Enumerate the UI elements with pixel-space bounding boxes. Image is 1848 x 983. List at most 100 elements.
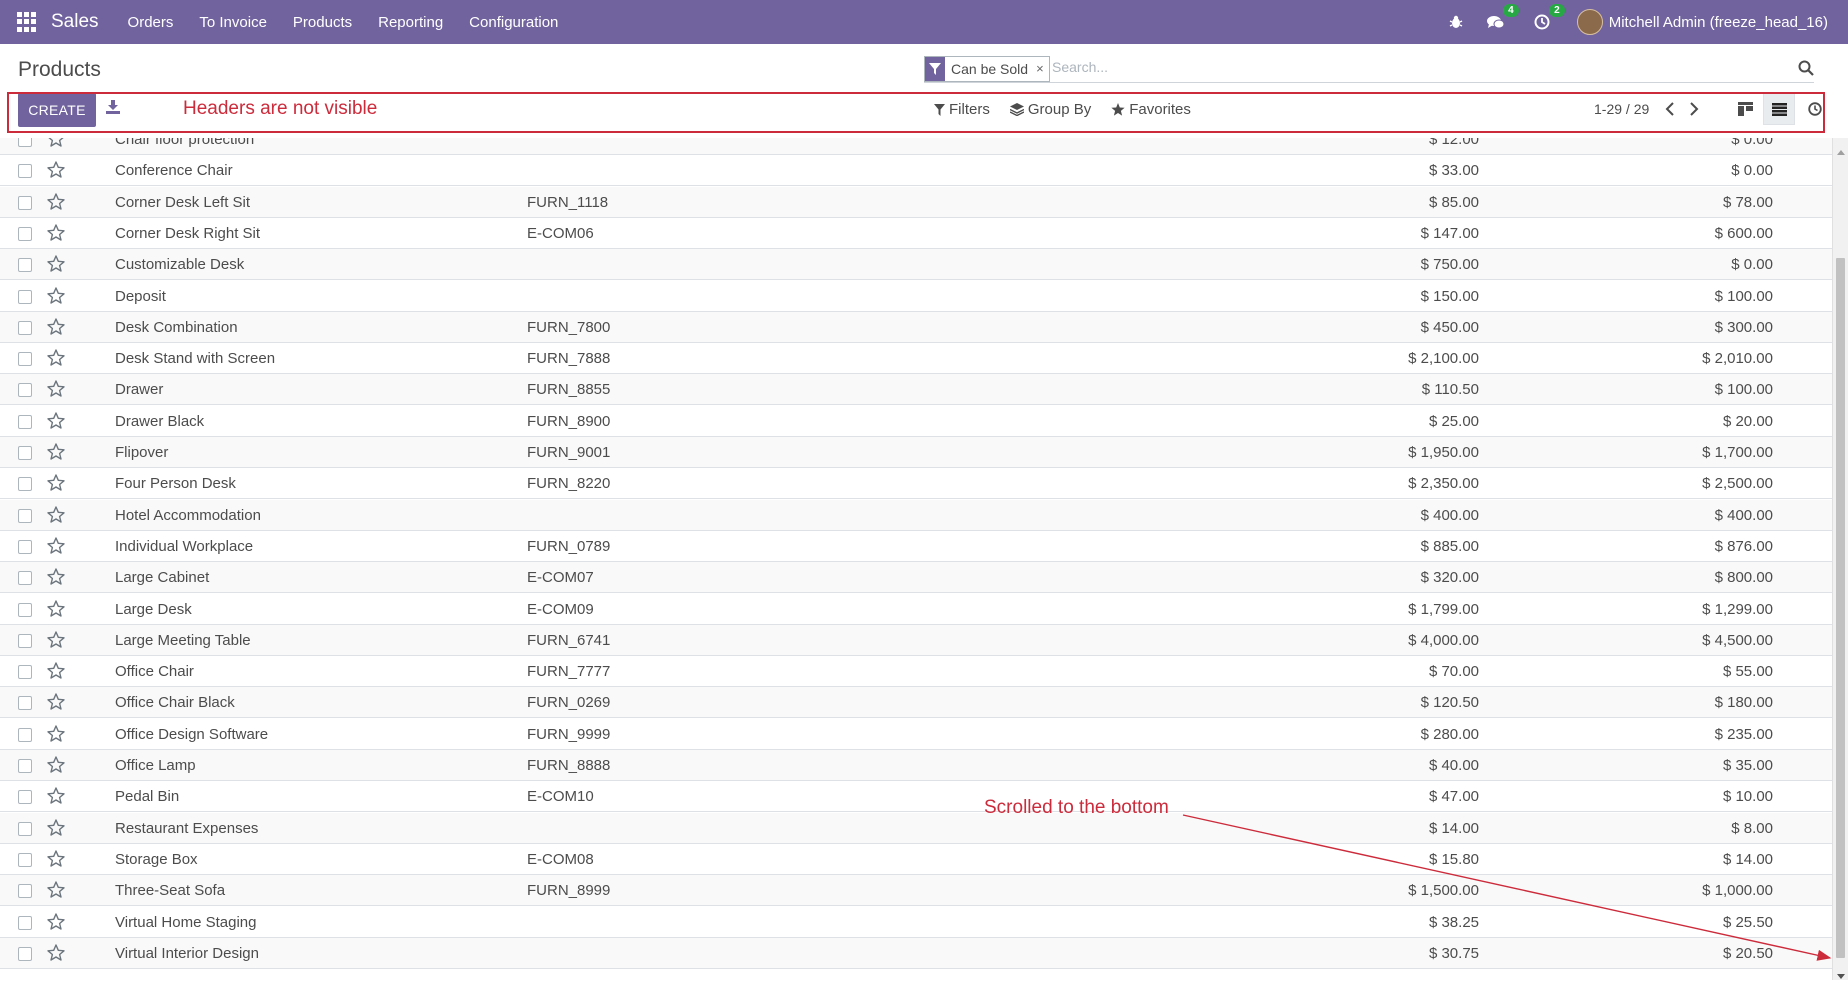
- table-row[interactable]: Conference Chair $ 33.00 $ 0.00: [0, 155, 1832, 187]
- pager-previous-icon[interactable]: [1665, 102, 1675, 120]
- apps-menu-icon[interactable]: [17, 12, 37, 32]
- row-checkbox[interactable]: [18, 665, 32, 680]
- table-row[interactable]: Desk Combination FURN_7800 $ 450.00 $ 30…: [0, 311, 1832, 343]
- menu-configuration[interactable]: Configuration: [469, 14, 558, 31]
- debug-bug-icon[interactable]: [1447, 13, 1465, 31]
- table-row[interactable]: Chair floor protection $ 12.00 $ 0.00: [0, 138, 1832, 155]
- row-checkbox[interactable]: [18, 320, 32, 335]
- table-row[interactable]: Large Meeting Table FURN_6741 $ 4,000.00…: [0, 624, 1832, 656]
- search-icon[interactable]: [1798, 60, 1814, 80]
- scroll-down-arrow-icon[interactable]: [1837, 966, 1845, 983]
- table-row[interactable]: Pedal Bin E-COM10 $ 47.00 $ 10.00: [0, 781, 1832, 813]
- row-checkbox[interactable]: [18, 821, 32, 836]
- favorite-star-icon[interactable]: [47, 349, 65, 370]
- favorite-star-icon[interactable]: [47, 192, 65, 214]
- row-checkbox[interactable]: [18, 884, 32, 899]
- table-row[interactable]: Large Desk E-COM09 $ 1,799.00 $ 1,299.00: [0, 594, 1832, 625]
- messages-icon[interactable]: 4: [1486, 4, 1519, 31]
- row-checkbox[interactable]: [18, 383, 32, 398]
- row-checkbox[interactable]: [18, 226, 32, 241]
- favorite-star-icon[interactable]: [47, 693, 65, 714]
- row-checkbox[interactable]: [18, 539, 32, 554]
- page-title[interactable]: Products: [18, 58, 101, 82]
- favorite-star-icon[interactable]: [47, 850, 65, 871]
- row-checkbox[interactable]: [18, 571, 32, 586]
- row-checkbox[interactable]: [18, 696, 32, 711]
- row-checkbox[interactable]: [18, 915, 32, 930]
- row-checkbox[interactable]: [18, 602, 32, 617]
- favorite-star-icon[interactable]: [47, 631, 65, 652]
- row-checkbox[interactable]: [18, 508, 32, 523]
- favorite-star-icon[interactable]: [47, 787, 65, 808]
- row-checkbox[interactable]: [18, 195, 32, 210]
- row-checkbox[interactable]: [18, 477, 32, 492]
- table-row[interactable]: Corner Desk Right Sit E-COM06 $ 147.00 $…: [0, 218, 1832, 249]
- menu-reporting[interactable]: Reporting: [378, 14, 443, 31]
- row-checkbox[interactable]: [18, 946, 32, 961]
- scroll-up-arrow-icon[interactable]: [1837, 142, 1845, 159]
- favorites-button[interactable]: Favorites: [1111, 101, 1191, 118]
- pager-value[interactable]: 1-29 / 29: [1594, 101, 1649, 117]
- table-row[interactable]: Corner Desk Left Sit FURN_1118 $ 85.00 $…: [0, 186, 1832, 218]
- favorite-star-icon[interactable]: [47, 568, 65, 589]
- row-checkbox[interactable]: [18, 414, 32, 429]
- favorite-star-icon[interactable]: [47, 474, 65, 495]
- favorite-star-icon[interactable]: [47, 411, 65, 433]
- row-checkbox[interactable]: [18, 138, 32, 147]
- search-input[interactable]: [1050, 58, 1654, 76]
- row-checkbox[interactable]: [18, 352, 32, 367]
- row-checkbox[interactable]: [18, 289, 32, 304]
- table-row[interactable]: Drawer Black FURN_8900 $ 25.00 $ 20.00: [0, 406, 1832, 437]
- favorite-star-icon[interactable]: [47, 380, 65, 401]
- kanban-view-icon[interactable]: [1733, 96, 1757, 122]
- create-button[interactable]: CREATE: [18, 93, 96, 127]
- pager-next-icon[interactable]: [1689, 102, 1699, 120]
- menu-products[interactable]: Products: [293, 14, 352, 31]
- vertical-scrollbar[interactable]: [1832, 138, 1848, 980]
- table-row[interactable]: Office Design Software FURN_9999 $ 280.0…: [0, 719, 1832, 750]
- table-row[interactable]: Deposit $ 150.00 $ 100.00: [0, 281, 1832, 312]
- row-checkbox[interactable]: [18, 164, 32, 179]
- table-row[interactable]: Storage Box E-COM08 $ 15.80 $ 14.00: [0, 844, 1832, 875]
- table-row[interactable]: Restaurant Expenses $ 14.00 $ 8.00: [0, 812, 1832, 844]
- facet-remove-button[interactable]: ×: [1034, 57, 1049, 81]
- row-checkbox[interactable]: [18, 258, 32, 273]
- row-checkbox[interactable]: [18, 759, 32, 773]
- table-row[interactable]: Hotel Accommodation $ 400.00 $ 400.00: [0, 499, 1832, 531]
- menu-to-invoice[interactable]: To Invoice: [199, 14, 267, 31]
- row-checkbox[interactable]: [18, 852, 32, 867]
- filters-button[interactable]: Filters: [934, 101, 990, 118]
- favorite-star-icon[interactable]: [47, 505, 65, 527]
- favorite-star-icon[interactable]: [47, 286, 65, 308]
- favorite-star-icon[interactable]: [47, 724, 65, 746]
- scrollbar-thumb[interactable]: [1836, 258, 1845, 958]
- favorite-star-icon[interactable]: [47, 756, 65, 777]
- favorite-star-icon[interactable]: [47, 255, 65, 276]
- table-row[interactable]: Individual Workplace FURN_0789 $ 885.00 …: [0, 531, 1832, 562]
- favorite-star-icon[interactable]: [47, 944, 65, 965]
- favorite-star-icon[interactable]: [47, 537, 65, 558]
- row-checkbox[interactable]: [18, 727, 32, 742]
- favorite-star-icon[interactable]: [47, 224, 65, 245]
- favorite-star-icon[interactable]: [47, 318, 65, 339]
- table-row[interactable]: Three-Seat Sofa FURN_8999 $ 1,500.00 $ 1…: [0, 875, 1832, 907]
- row-checkbox[interactable]: [18, 790, 32, 805]
- favorite-star-icon[interactable]: [47, 662, 65, 683]
- table-row[interactable]: Drawer FURN_8855 $ 110.50 $ 100.00: [0, 374, 1832, 406]
- download-icon[interactable]: [106, 100, 120, 118]
- user-menu[interactable]: Mitchell Admin (freeze_head_16): [1609, 14, 1828, 31]
- table-row[interactable]: Four Person Desk FURN_8220 $ 2,350.00 $ …: [0, 468, 1832, 500]
- menu-orders[interactable]: Orders: [128, 14, 174, 31]
- activity-clock-icon[interactable]: 2: [1533, 4, 1565, 31]
- table-row[interactable]: Flipover FURN_9001 $ 1,950.00 $ 1,700.00: [0, 437, 1832, 468]
- favorite-star-icon[interactable]: [47, 443, 65, 464]
- favorite-star-icon[interactable]: [47, 161, 65, 182]
- row-checkbox[interactable]: [18, 633, 32, 648]
- list-view-icon[interactable]: [1763, 93, 1795, 125]
- table-row[interactable]: Virtual Home Staging $ 38.25 $ 25.50: [0, 907, 1832, 938]
- activity-view-icon[interactable]: [1804, 96, 1826, 122]
- user-avatar[interactable]: [1576, 9, 1603, 35]
- table-row[interactable]: Customizable Desk $ 750.00 $ 0.00: [0, 249, 1832, 281]
- table-row[interactable]: Office Chair FURN_7777 $ 70.00 $ 55.00: [0, 656, 1832, 688]
- favorite-star-icon[interactable]: [47, 881, 65, 902]
